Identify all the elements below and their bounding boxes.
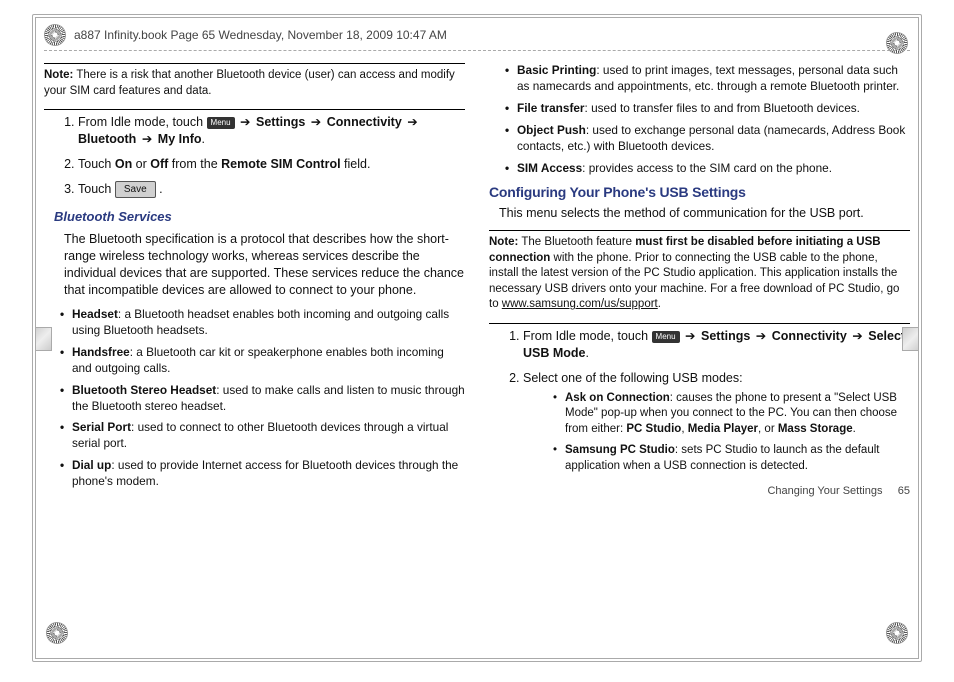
heading-bluetooth-services: Bluetooth Services bbox=[54, 208, 465, 226]
list-item: Bluetooth Stereo Headset: used to make c… bbox=[62, 383, 465, 415]
heading-usb-settings: Configuring Your Phone's USB Settings bbox=[489, 183, 910, 202]
path-connectivity: Connectivity bbox=[327, 115, 402, 129]
footer-page-number: 65 bbox=[898, 485, 910, 497]
step-3: Touch Save . bbox=[78, 181, 465, 198]
steps-usb: From Idle mode, touch Menu ➔ Settings ➔ … bbox=[489, 328, 910, 474]
corner-top-right bbox=[882, 28, 912, 58]
footer-section: Changing Your Settings bbox=[767, 485, 882, 497]
fold-right-icon bbox=[902, 327, 922, 351]
step-1: From Idle mode, touch Menu ➔ Settings ➔ … bbox=[523, 328, 910, 362]
right-column: Basic Printing: used to print images, te… bbox=[489, 63, 910, 499]
spiro-icon bbox=[46, 622, 68, 644]
list-item: Dial up: used to provide Internet access… bbox=[62, 458, 465, 490]
arrow-icon: ➔ bbox=[754, 328, 768, 345]
spiro-icon bbox=[44, 24, 66, 46]
page-frame: a887 Infinity.book Page 65 Wednesday, No… bbox=[32, 14, 922, 662]
usb-modes-list: Ask on Connection: causes the phone to p… bbox=[523, 391, 910, 475]
running-head-text: a887 Infinity.book Page 65 Wednesday, No… bbox=[74, 28, 447, 42]
arrow-icon: ➔ bbox=[238, 114, 252, 131]
corner-bottom-right bbox=[882, 618, 912, 648]
note-usb: Note: The Bluetooth feature must first b… bbox=[489, 235, 910, 313]
running-header: a887 Infinity.book Page 65 Wednesday, No… bbox=[44, 24, 910, 51]
list-item: Samsung PC Studio: sets PC Studio to lau… bbox=[553, 443, 910, 474]
spiro-icon bbox=[886, 622, 908, 644]
list-item: Ask on Connection: causes the phone to p… bbox=[553, 391, 910, 438]
note-label: Note: bbox=[44, 69, 73, 81]
menu-softkey: Menu bbox=[652, 331, 680, 343]
support-link[interactable]: www.samsung.com/us/support bbox=[502, 298, 658, 310]
step-2: Touch On or Off from the Remote SIM Cont… bbox=[78, 156, 465, 173]
path-settings: Settings bbox=[256, 115, 305, 129]
list-item: File transfer: used to transfer files to… bbox=[507, 101, 910, 117]
note-rule bbox=[44, 63, 465, 64]
list-item: Serial Port: used to connect to other Bl… bbox=[62, 420, 465, 452]
fold-left-icon bbox=[32, 327, 52, 351]
arrow-icon: ➔ bbox=[140, 131, 154, 148]
path-myinfo: My Info bbox=[158, 132, 202, 146]
two-column-content: Note: There is a risk that another Bluet… bbox=[44, 63, 910, 499]
corner-bottom-left bbox=[42, 618, 72, 648]
list-item: Basic Printing: used to print images, te… bbox=[507, 63, 910, 95]
step-2: Select one of the following USB modes: A… bbox=[523, 370, 910, 474]
arrow-icon: ➔ bbox=[309, 114, 323, 131]
usb-intro: This menu selects the method of communic… bbox=[499, 205, 910, 222]
note-label: Note: bbox=[489, 236, 518, 248]
page-footer: Changing Your Settings 65 bbox=[489, 484, 910, 499]
bt-services-intro: The Bluetooth specification is a protoco… bbox=[64, 231, 465, 299]
left-column: Note: There is a risk that another Bluet… bbox=[44, 63, 465, 499]
bt-services-list-left: Headset: a Bluetooth headset enables bot… bbox=[44, 307, 465, 490]
step-1: From Idle mode, touch Menu ➔ Settings ➔ … bbox=[78, 114, 465, 148]
bt-services-list-right: Basic Printing: used to print images, te… bbox=[489, 63, 910, 177]
step-1-prefix: From Idle mode, touch bbox=[78, 115, 207, 129]
note-body: There is a risk that another Bluetooth d… bbox=[44, 69, 455, 97]
note-rule bbox=[489, 323, 910, 324]
note-rule bbox=[44, 109, 465, 110]
list-item: Object Push: used to exchange personal d… bbox=[507, 123, 910, 155]
path-bluetooth: Bluetooth bbox=[78, 132, 136, 146]
list-item: Headset: a Bluetooth headset enables bot… bbox=[62, 307, 465, 339]
menu-softkey: Menu bbox=[207, 117, 235, 129]
arrow-icon: ➔ bbox=[405, 114, 419, 131]
spiro-icon bbox=[886, 32, 908, 54]
list-item: Handsfree: a Bluetooth car kit or speake… bbox=[62, 345, 465, 377]
save-softkey: Save bbox=[115, 181, 156, 198]
arrow-icon: ➔ bbox=[850, 328, 864, 345]
note-bluetooth-risk: Note: There is a risk that another Bluet… bbox=[44, 68, 465, 99]
list-item: SIM Access: provides access to the SIM c… bbox=[507, 161, 910, 177]
note-rule bbox=[489, 230, 910, 231]
arrow-icon: ➔ bbox=[683, 328, 697, 345]
steps-remote-sim: From Idle mode, touch Menu ➔ Settings ➔ … bbox=[44, 114, 465, 198]
